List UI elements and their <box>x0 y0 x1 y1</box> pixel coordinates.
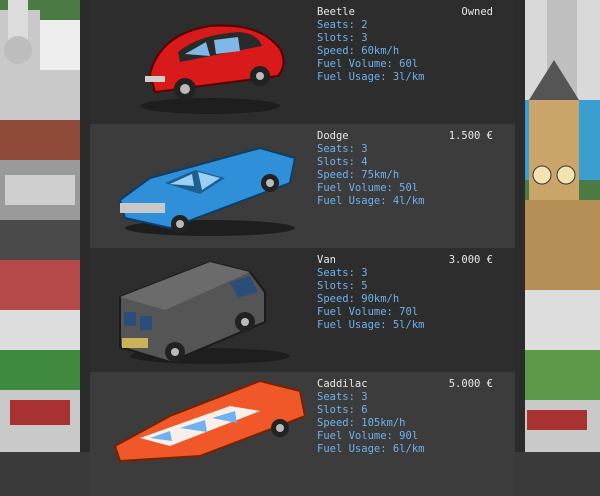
caddilac-car-image <box>113 379 307 463</box>
vehicle-slots: Slots: 3 <box>317 32 368 44</box>
vehicle-slots: Slots: 6 <box>317 404 368 416</box>
dodge-car-image <box>118 146 297 236</box>
vehicle-price: Owned <box>461 6 493 18</box>
vehicle-seats: Seats: 3 <box>317 267 368 279</box>
vehicle-price: 5.000 € <box>448 378 493 390</box>
vehicle-row-dodge[interactable]: Dodge Seats: 3 Slots: 4 Speed: 75km/h Fu… <box>90 124 515 248</box>
vehicle-fuel-usage: Fuel Usage: 6l/km <box>317 443 425 455</box>
vehicle-speed: Speed: 105km/h <box>317 417 406 429</box>
vehicle-slots: Slots: 4 <box>317 156 368 168</box>
vehicle-speed: Speed: 90km/h <box>317 293 400 305</box>
vehicle-shop-panel: Beetle Seats: 2 Slots: 3 Speed: 60km/h F… <box>90 0 515 496</box>
beetle-car-image <box>140 24 285 114</box>
vehicle-seats: Seats: 2 <box>317 19 368 31</box>
vehicle-row-beetle[interactable]: Beetle Seats: 2 Slots: 3 Speed: 60km/h F… <box>90 0 515 124</box>
vehicle-fuel-volume: Fuel Volume: 70l <box>317 306 419 318</box>
vehicle-seats: Seats: 3 <box>317 143 368 155</box>
city-background-left <box>0 0 90 452</box>
vehicle-fuel-usage: Fuel Usage: 5l/km <box>317 319 425 331</box>
vehicle-name: Caddilac <box>317 378 368 390</box>
vehicle-speed: Speed: 75km/h <box>317 169 400 181</box>
vehicle-price: 3.000 € <box>448 254 493 266</box>
vehicle-fuel-volume: Fuel Volume: 90l <box>317 430 419 442</box>
vehicle-fuel-volume: Fuel Volume: 50l <box>317 182 419 194</box>
vehicle-row-van[interactable]: Van Seats: 3 Slots: 5 Speed: 90km/h Fuel… <box>90 248 515 372</box>
vehicle-seats: Seats: 3 <box>317 391 368 403</box>
vehicle-speed: Speed: 60km/h <box>317 45 400 57</box>
vehicle-fuel-usage: Fuel Usage: 3l/km <box>317 71 425 83</box>
vehicle-fuel-volume: Fuel Volume: 60l <box>317 58 419 70</box>
panel-frame-right <box>515 0 525 452</box>
vehicle-name: Beetle <box>317 6 355 18</box>
vehicle-name: Dodge <box>317 130 349 142</box>
vehicle-name: Van <box>317 254 336 266</box>
vehicle-fuel-usage: Fuel Usage: 4l/km <box>317 195 425 207</box>
panel-frame-left <box>80 0 90 452</box>
vehicle-price: 1.500 € <box>448 130 493 142</box>
vehicle-row-caddilac[interactable]: Caddilac Seats: 3 Slots: 6 Speed: 105km/… <box>90 372 515 496</box>
city-background-right <box>517 0 600 452</box>
vehicle-slots: Slots: 5 <box>317 280 368 292</box>
van-car-image <box>119 260 290 364</box>
